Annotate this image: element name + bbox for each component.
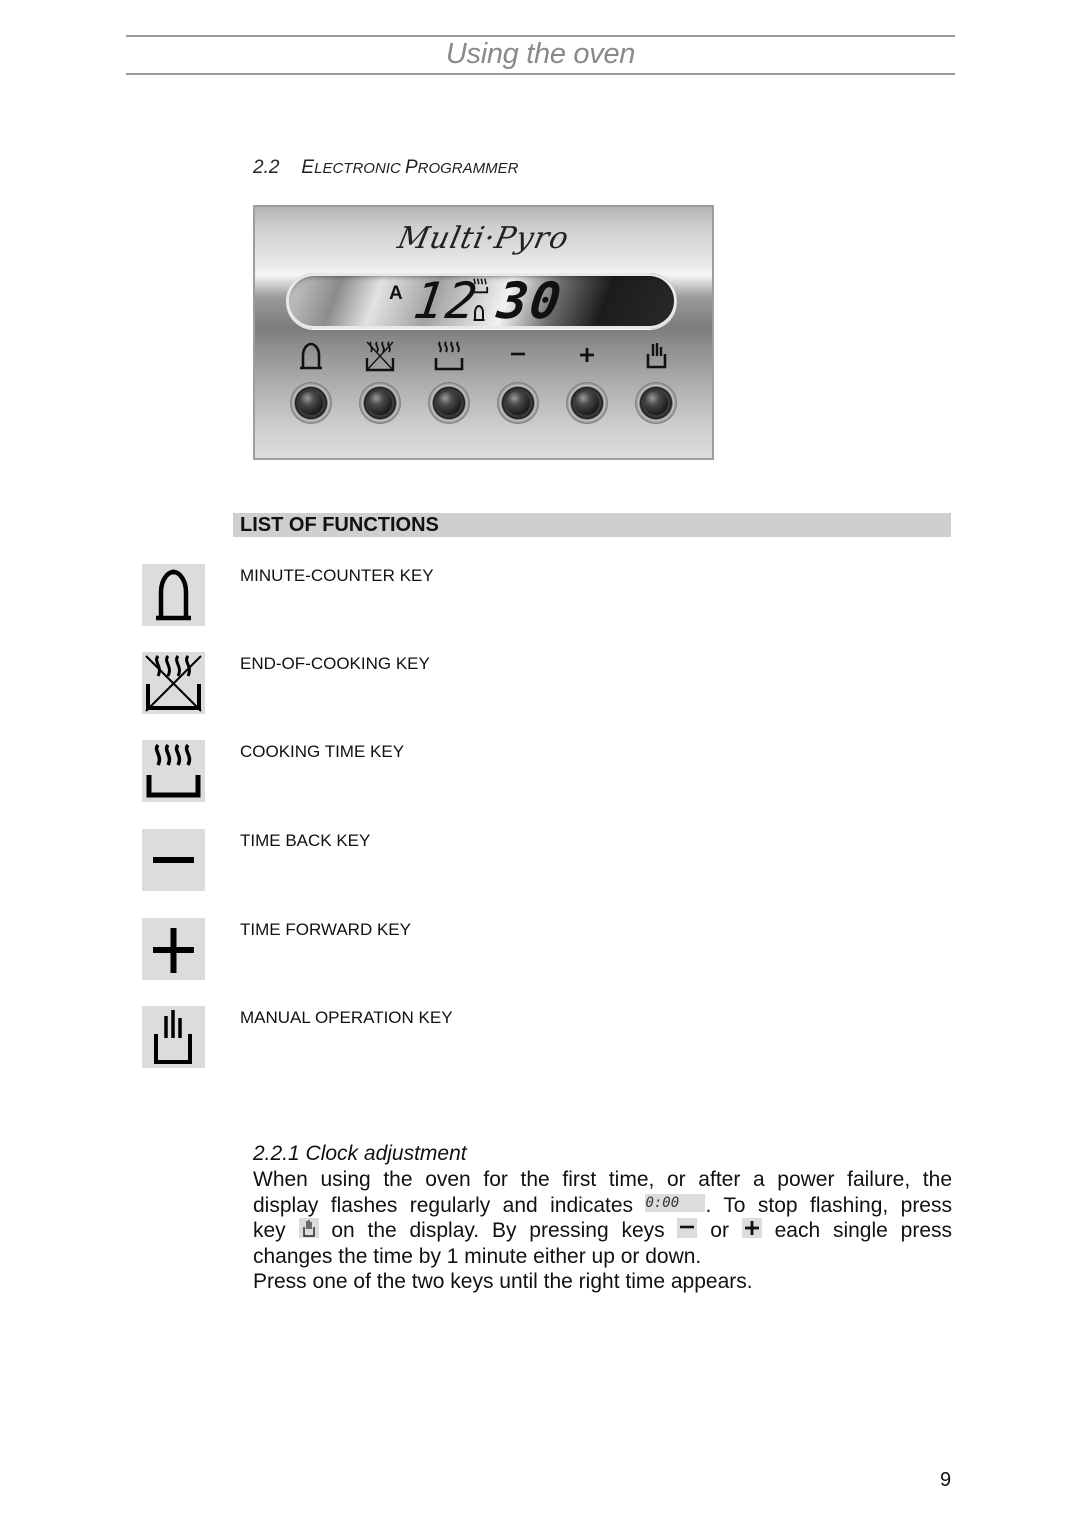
end-of-cooking-icon bbox=[142, 652, 205, 714]
minute-counter-button[interactable] bbox=[290, 382, 332, 424]
function-item: TIME FORWARD KEY bbox=[142, 918, 842, 982]
hand-icon bbox=[640, 340, 672, 372]
electronic-programmer-panel: Multi·Pyro A 12 30 bbox=[253, 205, 714, 460]
display-minutes: 30 bbox=[493, 272, 567, 330]
list-of-functions-title: LIST OF FUNCTIONS bbox=[240, 514, 439, 536]
section-title: 2.2 ELECTRONIC PROGRAMMER bbox=[253, 157, 518, 179]
section-title-initial2: P bbox=[404, 157, 418, 178]
text-span: . To stop flashing, press bbox=[705, 1193, 952, 1217]
text-span: or bbox=[697, 1219, 742, 1242]
display-mode-indicator: A bbox=[389, 283, 403, 304]
section-title-part1: LECTRONIC bbox=[314, 160, 405, 177]
hand-icon bbox=[298, 1218, 319, 1239]
display-zero-indicator: 0:00 bbox=[645, 1193, 706, 1212]
section-number: 2.2 bbox=[253, 157, 280, 178]
function-label: MINUTE-COUNTER KEY bbox=[240, 566, 434, 585]
plus-icon bbox=[142, 918, 205, 980]
brand-logo: Multi·Pyro bbox=[394, 221, 573, 256]
cooking-time-icon bbox=[142, 740, 205, 802]
paragraph-line: key on the display. By pressing keys or … bbox=[253, 1218, 952, 1244]
function-label: TIME BACK KEY bbox=[240, 831, 371, 850]
bell-icon bbox=[295, 340, 327, 372]
time-forward-button[interactable] bbox=[566, 382, 608, 424]
cooking-time-icon bbox=[471, 277, 489, 295]
clock-adjustment-body: When using the oven for the first time, … bbox=[253, 1167, 952, 1295]
minus-icon bbox=[502, 340, 534, 372]
minus-icon bbox=[142, 829, 205, 891]
paragraph-line: Press one of the two keys until the righ… bbox=[253, 1270, 753, 1293]
minus-icon bbox=[677, 1218, 698, 1239]
lcd-display: A 12 30 bbox=[286, 272, 677, 330]
function-item: COOKING TIME KEY bbox=[142, 740, 842, 804]
end-of-cooking-icon bbox=[364, 340, 396, 372]
header-rule-top bbox=[126, 35, 955, 37]
paragraph-line: changes the time by 1 minute either up o… bbox=[253, 1244, 702, 1268]
text-span: display flashes regularly and indicates bbox=[253, 1193, 646, 1217]
function-label: END-OF-COOKING KEY bbox=[240, 654, 430, 673]
bell-icon bbox=[142, 564, 205, 626]
page-number: 9 bbox=[940, 1469, 952, 1491]
section-title-initial: E bbox=[301, 157, 315, 178]
hand-icon bbox=[142, 1006, 205, 1068]
function-item: TIME BACK KEY bbox=[142, 829, 842, 893]
section-title-part2: ROGRAMMER bbox=[417, 160, 519, 177]
function-item: END-OF-COOKING KEY bbox=[142, 652, 842, 716]
time-back-button[interactable] bbox=[497, 382, 539, 424]
list-of-functions-header: LIST OF FUNCTIONS bbox=[233, 513, 951, 537]
function-label: COOKING TIME KEY bbox=[240, 742, 405, 761]
function-item: MANUAL OPERATION KEY bbox=[142, 1006, 842, 1070]
text-span: each single press bbox=[761, 1219, 953, 1242]
header-rule-bottom bbox=[126, 73, 955, 75]
manual-operation-button[interactable] bbox=[635, 382, 677, 424]
programmer-keys bbox=[288, 340, 688, 430]
cooking-time-button[interactable] bbox=[428, 382, 470, 424]
function-label: TIME FORWARD KEY bbox=[240, 920, 411, 939]
plus-icon bbox=[571, 340, 603, 372]
function-item: MINUTE-COUNTER KEY bbox=[142, 564, 842, 628]
text-span: on the display. By pressing keys bbox=[318, 1219, 678, 1242]
subsection-title: 2.2.1 Clock adjustment bbox=[253, 1142, 467, 1165]
function-label: MANUAL OPERATION KEY bbox=[240, 1008, 453, 1027]
paragraph-line: display flashes regularly and indicates … bbox=[253, 1193, 952, 1219]
end-of-cooking-button[interactable] bbox=[359, 382, 401, 424]
text-span: key bbox=[253, 1219, 299, 1242]
bell-icon bbox=[472, 304, 486, 322]
plus-icon bbox=[741, 1218, 762, 1239]
paragraph-line: When using the oven for the first time, … bbox=[253, 1168, 952, 1191]
cooking-time-icon bbox=[433, 340, 465, 372]
page-header-title: Using the oven bbox=[445, 38, 636, 70]
